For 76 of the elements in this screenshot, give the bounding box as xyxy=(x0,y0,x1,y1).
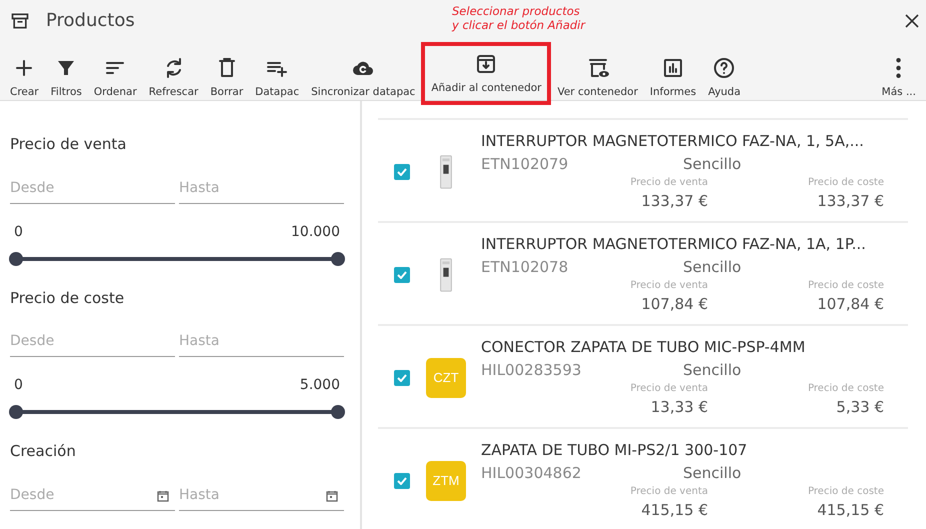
price-label: Precio de coste xyxy=(808,382,884,396)
help-icon xyxy=(712,56,736,80)
toolbar-button[interactable]: Ordenar xyxy=(88,50,143,105)
product-name[interactable]: INTERRUPTOR MAGNETOTERMICO FAZ-NA, 1, 5A,... xyxy=(481,130,884,153)
checkbox[interactable] xyxy=(394,266,410,282)
price-value: 415,15 € xyxy=(817,500,884,522)
product-type: Sencillo xyxy=(683,360,742,381)
price-value: 133,37 € xyxy=(817,191,884,212)
price-label: Precio de venta xyxy=(630,279,708,294)
more-icon xyxy=(896,58,902,78)
calendar-icon xyxy=(157,490,169,502)
price-label: Precio de venta xyxy=(630,382,708,396)
product-type: Sencillo xyxy=(683,154,742,175)
price-label: Precio de coste xyxy=(808,176,884,190)
toolbar-button[interactable]: Informes xyxy=(644,50,702,105)
price-value: 107,84 € xyxy=(817,294,884,316)
window-title: Productos xyxy=(46,10,135,32)
check-icon xyxy=(397,374,407,382)
slider-thumb[interactable] xyxy=(9,252,23,266)
section-title: Precio de venta xyxy=(10,134,128,155)
input-field[interactable]: Desde xyxy=(10,327,175,357)
range-min-label: 0 xyxy=(14,222,23,242)
product-name[interactable]: INTERRUPTOR MAGNETOTERMICO FAZ-NA, 1A, 1P... xyxy=(481,233,884,256)
chart-icon xyxy=(661,56,685,80)
range-max-label: 10.000 xyxy=(291,222,340,242)
slider-thumb[interactable] xyxy=(9,405,23,419)
product-code: ETN102078 xyxy=(481,256,570,278)
input-field[interactable]: Hasta xyxy=(179,327,344,357)
price-label: Precio de venta xyxy=(630,485,708,500)
checkbox[interactable] xyxy=(394,370,410,386)
input-field[interactable]: Desde xyxy=(10,174,175,204)
checkbox[interactable] xyxy=(394,164,410,180)
check-icon xyxy=(397,270,407,278)
section-title: Creación xyxy=(10,441,77,462)
toolbar-button[interactable]: Más ... xyxy=(876,50,922,105)
product-code: ETN102079 xyxy=(481,154,570,175)
product-code: HIL00283593 xyxy=(481,360,582,381)
price-label: Precio de coste xyxy=(808,485,884,500)
toolbar-button[interactable]: Refrescar xyxy=(142,50,204,105)
toolbar-button[interactable]: Borrar xyxy=(204,50,250,105)
price-value: 5,33 € xyxy=(836,397,884,418)
input-field[interactable]: Hasta xyxy=(179,174,344,204)
calendar-icon xyxy=(326,490,338,502)
annotation-text: Seleccionar productos y clicar el botón Añadir xyxy=(452,4,586,32)
date-field[interactable]: Hasta xyxy=(179,480,344,510)
product-type: Sencillo xyxy=(683,256,742,278)
archive-icon xyxy=(10,11,30,31)
close-icon[interactable] xyxy=(904,13,920,29)
product-initials: CZT xyxy=(426,358,466,398)
price-value: 13,33 € xyxy=(650,397,708,418)
toolbar-button[interactable]: Sincronizar datapac xyxy=(305,50,422,105)
toolbar-button[interactable]: Crear xyxy=(4,50,45,105)
range-max-label: 5.000 xyxy=(300,376,340,395)
price-value: 415,15 € xyxy=(641,500,708,522)
product-name[interactable]: ZAPATA DE TUBO MI-PS2/1 300-107 xyxy=(481,439,884,462)
product-code: HIL00304862 xyxy=(481,462,582,484)
check-icon xyxy=(397,168,407,176)
toolbar-button[interactable]: Filtros xyxy=(44,50,88,105)
product-type: Sencillo xyxy=(683,462,742,484)
checkbox[interactable] xyxy=(394,472,410,488)
product-name[interactable]: CONECTOR ZAPATA DE TUBO MIC-PSP-4MM xyxy=(481,336,884,359)
price-value: 133,37 € xyxy=(641,191,708,212)
section-title: Precio de coste xyxy=(10,288,126,308)
toolbar-button[interactable]: Ayuda xyxy=(702,50,747,105)
price-label: Precio de venta xyxy=(630,176,708,190)
slider-thumb[interactable] xyxy=(331,252,345,266)
price-label: Precio de coste xyxy=(808,279,884,294)
check-icon xyxy=(397,476,407,484)
price-value: 107,84 € xyxy=(641,294,708,316)
range-min-label: 0 xyxy=(14,376,23,395)
product-initials: ZTM xyxy=(426,460,466,500)
date-field[interactable]: Desde xyxy=(10,480,175,510)
toolbar-button[interactable]: Ver contenedor xyxy=(551,50,644,105)
toolbar-button[interactable]: Datapac xyxy=(249,50,306,105)
slider-thumb[interactable] xyxy=(331,405,345,419)
toolbar-button[interactable]: Añadir al contenedor xyxy=(421,42,552,105)
